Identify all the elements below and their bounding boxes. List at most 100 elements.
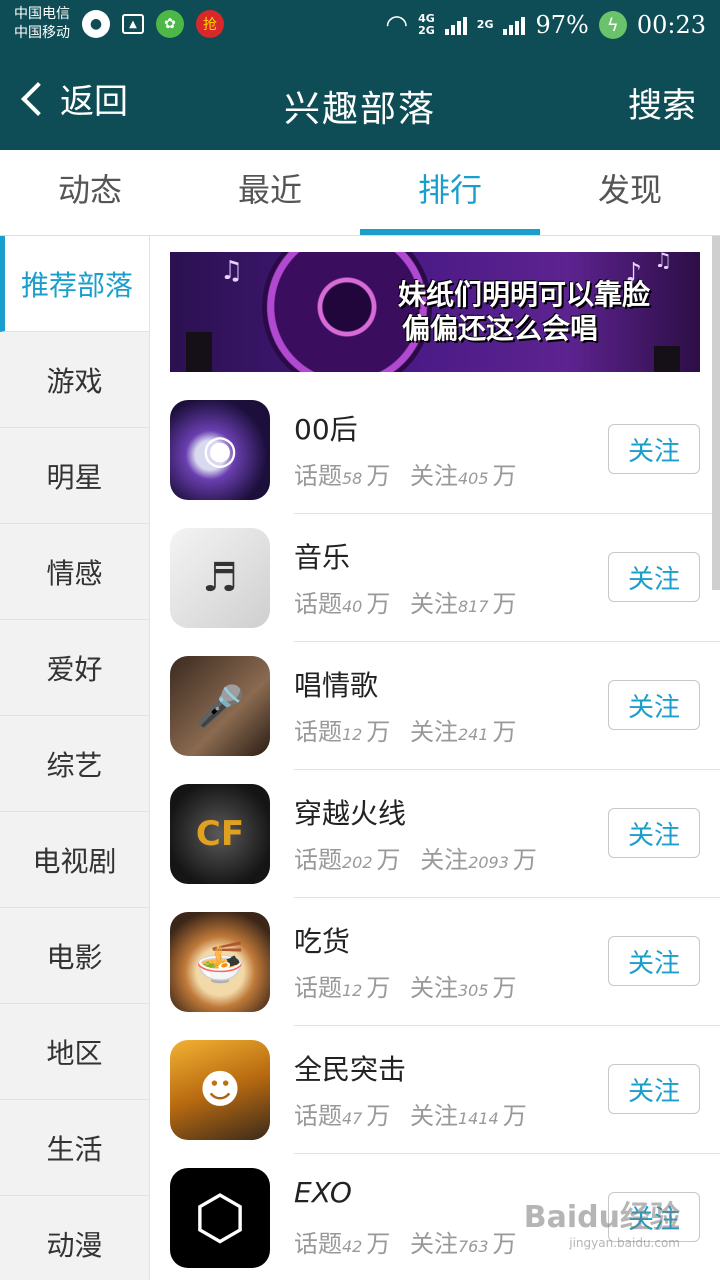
sidebar-item-recommended[interactable]: 推荐部落 [0,236,149,332]
banner-line-2: 偏偏还这么会唱 [401,312,598,345]
sidebar-item-hobby[interactable]: 爱好 [0,620,149,716]
sidebar-item-tv-series[interactable]: 电视剧 [0,812,149,908]
music-note-icon: ♫ [220,256,244,286]
search-button[interactable]: 搜索 [628,78,696,127]
app-notification-icon: ✿ [156,10,184,38]
turntable-icon: ◉ [202,427,238,473]
tribe-name: 唱情歌 [294,669,379,702]
topic-label: 话题 [294,846,342,874]
title-bar: 返回 兴趣部落 搜索 [0,50,720,150]
sidebar-item-anime[interactable]: 动漫 [0,1196,149,1280]
topic-label: 话题 [294,1230,342,1258]
watermark-url: jingyan.baidu.com [569,1236,680,1250]
status-bar: 中国电信 中国移动 ● ▲ ✿ 抢 ◠ 4G 2G 2G 97% ϟ 00:23 [0,0,720,50]
follower-count: 405 [458,469,489,488]
gallery-icon: ▲ [122,14,144,34]
follower-label: 关注 [410,1102,458,1130]
unit-label: 万 [492,1230,517,1258]
page-title: 兴趣部落 [283,89,436,130]
unit-label: 万 [366,590,391,618]
carrier-1: 中国电信 [14,6,70,22]
tribe-avatar: ☻ [170,1040,270,1140]
sidebar-item-region[interactable]: 地区 [0,1004,149,1100]
follow-button[interactable]: 关注 [608,1064,700,1114]
net-label-2g: 2G [418,24,435,37]
unit-label: 万 [366,1102,391,1130]
red-packet-icon: 抢 [196,10,224,38]
unit-label: 万 [492,462,517,490]
topic-label: 话题 [294,718,342,746]
promo-banner[interactable]: ♫ ♪ ♫ 妹纸们明明可以靠脸 偏偏还这么会唱 [170,252,700,372]
follow-button[interactable]: 关注 [608,424,700,474]
topic-count: 12 [342,725,363,744]
tribe-stats: 话题42 万 关注763 万 [294,1224,517,1259]
tab-dynamic[interactable]: 动态 [0,150,180,235]
tribe-name: 音乐 [294,541,351,574]
watermark: Baidu经验 jingyan.baidu.com [524,1192,680,1250]
banner-line-1: 妹纸们明明可以靠脸 [397,278,650,311]
topic-count: 12 [342,981,363,1000]
watermark-text: Baidu经验 [523,1200,680,1235]
microphone-icon: 🎤 [195,683,245,730]
follower-count: 763 [458,1237,489,1256]
sidebar-item-games[interactable]: 游戏 [0,332,149,428]
carrier-2: 中国移动 [14,25,70,41]
tribe-avatar: 🍜 [170,912,270,1012]
follow-button[interactable]: 关注 [608,936,700,986]
tribe-stats: 话题47 万 关注1414 万 [294,1096,527,1131]
soldier-icon: ☻ [199,1067,241,1113]
crossfire-logo-icon: CF [195,814,245,854]
follower-count: 1414 [458,1109,499,1128]
follow-button[interactable]: 关注 [608,552,700,602]
sidebar-item-life[interactable]: 生活 [0,1100,149,1196]
list-item[interactable]: 🍜 吃货 话题12 万 关注305 万 关注 [150,898,720,1026]
unit-label: 万 [366,718,391,746]
banner-text: 妹纸们明明可以靠脸 偏偏还这么会唱 [398,278,650,346]
sidebar-item-emotion[interactable]: 情感 [0,524,149,620]
follower-label: 关注 [410,974,458,1002]
tab-recent[interactable]: 最近 [180,150,360,235]
sidebar-item-stars[interactable]: 明星 [0,428,149,524]
notification-icons: ● ▲ ✿ 抢 [82,10,224,38]
topic-label: 话题 [294,462,342,490]
tribe-name: 穿越火线 [294,797,407,830]
tribe-name: EXO [294,1176,352,1209]
tab-ranking[interactable]: 排行 [360,150,540,235]
unit-label: 万 [366,974,391,1002]
list-item[interactable]: ♬ 音乐 话题40 万 关注817 万 关注 [150,514,720,642]
unit-label: 万 [492,590,517,618]
list-item[interactable]: 🎤 唱情歌 话题12 万 关注241 万 关注 [150,642,720,770]
signal-icon-1 [444,15,467,35]
sidebar-item-variety[interactable]: 综艺 [0,716,149,812]
battery-percent: 97% [535,11,589,39]
topic-count: 42 [342,1237,363,1256]
list-item[interactable]: ☻ 全民突击 话题47 万 关注1414 万 关注 [150,1026,720,1154]
follow-button[interactable]: 关注 [608,680,700,730]
topic-count: 40 [342,597,363,616]
unit-label: 万 [376,846,401,874]
music-note-icon: ♫ [654,252,672,272]
follow-button[interactable]: 关注 [608,808,700,858]
clock: 00:23 [636,11,706,39]
hexagon-logo-icon: ⬡ [193,1183,247,1253]
carrier-info: 中国电信 中国移动 [14,5,70,43]
topic-label: 话题 [294,590,342,618]
sidebar-item-movies[interactable]: 电影 [0,908,149,1004]
follower-count: 305 [458,981,489,1000]
tribe-stats: 话题12 万 关注241 万 [294,712,517,747]
list-item[interactable]: CF 穿越火线 话题202 万 关注2093 万 关注 [150,770,720,898]
city-skyline-graphic [654,346,680,372]
unit-label: 万 [492,718,517,746]
scrollbar[interactable] [712,236,720,590]
city-skyline-graphic [186,332,212,372]
tribe-name: 全民突击 [294,1053,407,1086]
tribe-name: 00后 [294,413,358,446]
follower-label: 关注 [420,846,469,874]
earphones-icon: ♬ [202,555,238,601]
network-type-1: 4G 2G [418,13,435,37]
tribe-stats: 话题12 万 关注305 万 [294,968,517,1003]
list-item[interactable]: ◉ 00后 话题58 万 关注405 万 关注 [150,386,720,514]
tribe-avatar: ⬡ [170,1168,270,1268]
topic-count: 202 [342,853,373,872]
tab-discover[interactable]: 发现 [540,150,720,235]
